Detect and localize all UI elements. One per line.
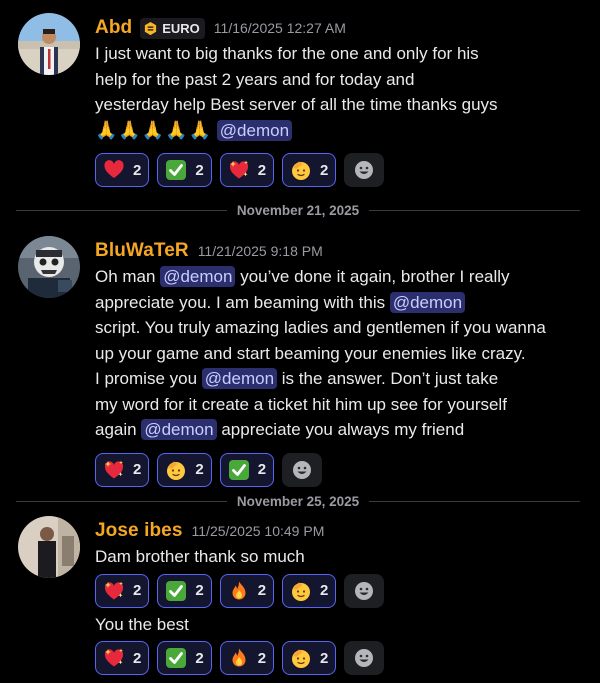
username[interactable]: BluWaTeR	[95, 240, 189, 262]
reaction-salute[interactable]: 2	[282, 573, 337, 608]
message-text-line: You the best	[95, 614, 189, 634]
fire-emoji-icon	[228, 580, 250, 602]
reaction-salute[interactable]: 2	[282, 641, 337, 675]
message-text-line: up your game and start beaming your enem…	[95, 343, 526, 363]
reaction-fire[interactable]: 2	[219, 573, 275, 608]
reaction-fire[interactable]: 2	[219, 641, 275, 675]
sparkle-heart-emoji-icon	[103, 647, 125, 669]
timestamp: 11/25/2025 10:49 PM	[191, 523, 325, 539]
salute-emoji-icon	[165, 459, 187, 481]
avatar-bluwater[interactable]	[18, 236, 80, 298]
add-reaction-button[interactable]	[344, 641, 385, 675]
reaction-bar: 2 2 2 2	[95, 153, 580, 187]
message-text-line: my word for it create a ticket hit him u…	[95, 394, 507, 414]
reaction-sparkle-heart[interactable]: 2	[95, 573, 150, 608]
server-tag-label: EURO	[162, 20, 200, 36]
mention-demon[interactable]: @demon	[160, 266, 236, 287]
message-text-line: I promise you @demon is the answer. Don’…	[95, 368, 499, 389]
date-divider: November 21, 2025	[16, 200, 581, 220]
timestamp: 11/21/2025 9:18 PM	[197, 243, 323, 259]
check-emoji-icon	[228, 459, 250, 481]
reaction-salute[interactable]: 2	[282, 153, 337, 187]
pray-emojis: 🙏🙏🙏🙏🙏	[95, 119, 213, 140]
message-text-line: Oh man @demon you’ve done it again, brot…	[95, 266, 510, 287]
message-text-line: again @demon appreciate you always my fr…	[95, 419, 465, 440]
heart-emoji-icon	[103, 159, 125, 181]
message-text-line: appreciate you. I am beaming with this @…	[95, 290, 580, 316]
salute-emoji-icon	[290, 159, 312, 181]
avatar-abd[interactable]	[18, 13, 80, 75]
reaction-bar: 2 2 2	[95, 452, 580, 487]
reaction-heart[interactable]: 2	[95, 153, 150, 187]
add-reaction-icon	[353, 159, 375, 181]
mention-demon[interactable]: @demon	[141, 419, 217, 440]
reaction-bar: 2 2 2 2	[95, 641, 580, 675]
salute-emoji-icon	[290, 647, 312, 669]
avatar-jose-ibes[interactable]	[18, 516, 80, 578]
message-text-line: yesterday help Best server of all the ti…	[95, 95, 498, 114]
salute-emoji-icon	[290, 580, 312, 602]
mention-demon[interactable]: @demon	[201, 368, 278, 389]
mention-demon[interactable]: @demon	[216, 119, 293, 141]
message-text-line: Dam brother thank so much	[95, 547, 305, 566]
add-reaction-button[interactable]	[344, 153, 385, 187]
fire-emoji-icon	[228, 647, 250, 669]
reaction-bar: 2 2 2 2	[95, 573, 580, 608]
server-tag[interactable]: EURO	[140, 17, 205, 39]
reaction-sparkle-heart[interactable]: 2	[219, 153, 275, 187]
add-reaction-button[interactable]	[282, 452, 323, 487]
username[interactable]: Abd	[95, 17, 132, 39]
message-text-line: I just want to big thanks for the one an…	[95, 44, 479, 63]
username[interactable]: Jose ibes	[95, 520, 183, 542]
sparkle-heart-emoji-icon	[103, 459, 125, 481]
date-divider: November 25, 2025	[16, 491, 581, 511]
check-emoji-icon	[165, 580, 187, 602]
reaction-check[interactable]: 2	[157, 573, 212, 608]
timestamp: 11/16/2025 12:27 AM	[213, 20, 346, 36]
date-divider-label: November 25, 2025	[236, 493, 360, 509]
reaction-salute[interactable]: 2	[157, 452, 212, 487]
add-reaction-button[interactable]	[344, 573, 385, 608]
mention-demon[interactable]: @demon	[389, 291, 466, 313]
check-emoji-icon	[165, 647, 187, 669]
message-text-line: 🙏🙏🙏🙏🙏 @demon	[95, 118, 580, 144]
reaction-check[interactable]: 2	[157, 641, 212, 675]
message-text-line: help for the past 2 years and for today …	[95, 69, 415, 89]
add-reaction-icon	[353, 580, 375, 602]
sparkle-heart-emoji-icon	[228, 159, 250, 181]
reaction-check[interactable]: 2	[219, 452, 275, 487]
server-tag-icon	[145, 21, 157, 35]
reaction-sparkle-heart[interactable]: 2	[95, 641, 150, 675]
reaction-sparkle-heart[interactable]: 2	[95, 452, 150, 487]
message-text-line: script. You truly amazing ladies and gen…	[95, 318, 546, 337]
add-reaction-icon	[291, 459, 313, 481]
check-emoji-icon	[165, 159, 187, 181]
date-divider-label: November 21, 2025	[236, 202, 360, 218]
reaction-check[interactable]: 2	[157, 153, 212, 187]
add-reaction-icon	[353, 647, 375, 669]
sparkle-heart-emoji-icon	[103, 580, 125, 602]
